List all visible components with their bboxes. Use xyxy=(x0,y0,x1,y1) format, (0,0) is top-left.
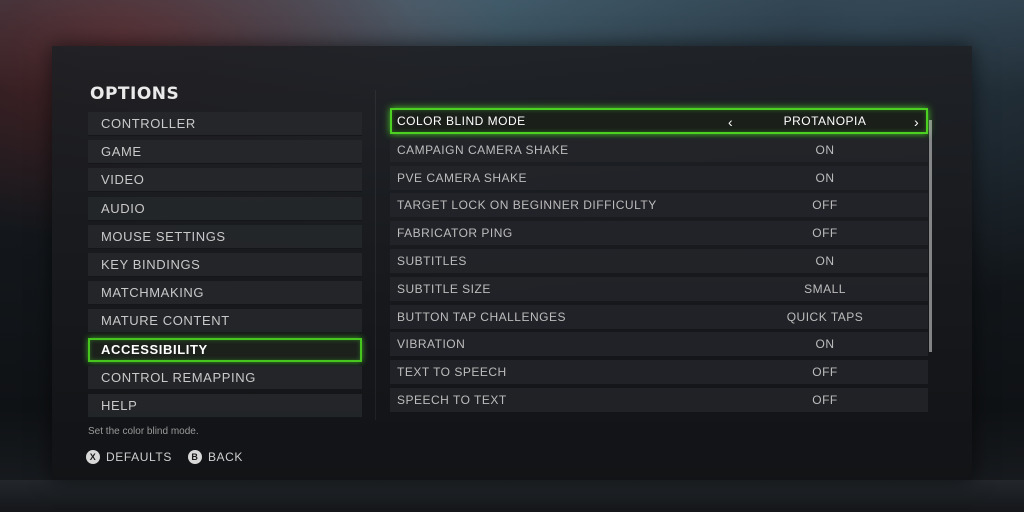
menu-item-label: HELP xyxy=(101,397,138,413)
x-button-icon: X xyxy=(86,450,100,464)
setting-row-campaign-camera-shake[interactable]: CAMPAIGN CAMERA SHAKE ON xyxy=(390,137,928,162)
menu-item-accessibility[interactable]: ACCESSIBILITY xyxy=(88,337,362,362)
setting-row-target-lock[interactable]: TARGET LOCK ON BEGINNER DIFFICULTY OFF xyxy=(390,193,928,218)
chevron-right-icon[interactable]: › xyxy=(914,114,919,130)
setting-row-speech-to-text[interactable]: SPEECH TO TEXT OFF xyxy=(390,387,928,412)
menu-item-label: ACCESSIBILITY xyxy=(101,342,208,357)
menu-item-control-remapping[interactable]: CONTROL REMAPPING xyxy=(88,365,362,390)
back-label: BACK xyxy=(207,450,244,464)
setting-row-fabricator-ping[interactable]: FABRICATOR PING OFF xyxy=(390,221,928,246)
setting-value: OFF xyxy=(812,226,838,241)
menu-item-video[interactable]: VIDEO xyxy=(88,168,362,193)
menu-item-key-bindings[interactable]: KEY BINDINGS xyxy=(88,252,362,277)
defaults-label: DEFAULTS xyxy=(106,450,172,464)
setting-row-subtitles[interactable]: SUBTITLES ON xyxy=(390,248,928,273)
menu-item-label: CONTROLLER xyxy=(101,116,196,131)
setting-value: OFF xyxy=(812,392,838,407)
bottom-strip xyxy=(0,480,1024,512)
menu-item-label: AUDIO xyxy=(101,200,146,216)
menu-item-label: GAME xyxy=(101,144,142,160)
accessibility-settings-list: COLOR BLIND MODE ‹ PROTANOPIA › CAMPAIGN… xyxy=(390,108,928,416)
setting-value: SMALL xyxy=(804,281,846,296)
setting-row-pve-camera-shake[interactable]: PVE CAMERA SHAKE ON xyxy=(390,165,928,190)
b-button-icon: B xyxy=(187,450,202,464)
setting-row-subtitle-size[interactable]: SUBTITLE SIZE SMALL xyxy=(390,276,928,301)
setting-row-text-to-speech[interactable]: TEXT TO SPEECH OFF xyxy=(390,360,928,385)
setting-value: OFF xyxy=(812,198,838,213)
setting-value: ON xyxy=(815,170,835,185)
footer-prompts: X DEFAULTS B BACK xyxy=(86,450,259,464)
setting-row-vibration[interactable]: VIBRATION ON xyxy=(390,332,928,357)
menu-item-mature-content[interactable]: MATURE CONTENT xyxy=(88,309,362,334)
setting-value: ON xyxy=(815,142,835,157)
menu-item-mouse-settings[interactable]: MOUSE SETTINGS xyxy=(88,224,362,249)
menu-item-audio[interactable]: AUDIO xyxy=(88,196,362,221)
setting-value: QUICK TAPS xyxy=(786,309,864,324)
menu-item-controller[interactable]: CONTROLLER xyxy=(88,112,362,136)
menu-item-game[interactable]: GAME xyxy=(88,140,362,165)
menu-item-matchmaking[interactable]: MATCHMAKING xyxy=(88,281,362,306)
setting-value: ON xyxy=(815,337,835,352)
settings-scrollbar[interactable] xyxy=(929,120,932,352)
setting-row-color-blind-mode[interactable]: COLOR BLIND MODE ‹ PROTANOPIA › xyxy=(390,108,928,134)
menu-item-label: MOUSE SETTINGS xyxy=(101,228,226,244)
options-menu: CONTROLLER GAME VIDEO AUDIO MOUSE SETTIN… xyxy=(88,112,362,422)
menu-item-label: KEY BINDINGS xyxy=(101,256,201,272)
panel-divider xyxy=(375,90,376,420)
setting-value: ON xyxy=(815,253,835,268)
menu-item-label: CONTROL REMAPPING xyxy=(101,369,256,385)
menu-item-help[interactable]: HELP xyxy=(88,393,362,418)
setting-value: OFF xyxy=(812,365,838,380)
setting-description: Set the color blind mode. xyxy=(88,426,199,437)
menu-item-label: VIDEO xyxy=(101,172,145,188)
setting-value: PROTANOPIA xyxy=(783,114,867,128)
defaults-button[interactable]: X DEFAULTS xyxy=(86,450,172,464)
back-button[interactable]: B BACK xyxy=(187,450,244,464)
chevron-left-icon[interactable]: ‹ xyxy=(728,114,733,130)
page-title: OPTIONS xyxy=(90,84,180,104)
menu-item-label: MATURE CONTENT xyxy=(101,313,230,329)
menu-item-label: MATCHMAKING xyxy=(101,285,205,301)
setting-row-button-tap-challenges[interactable]: BUTTON TAP CHALLENGES QUICK TAPS xyxy=(390,304,928,329)
